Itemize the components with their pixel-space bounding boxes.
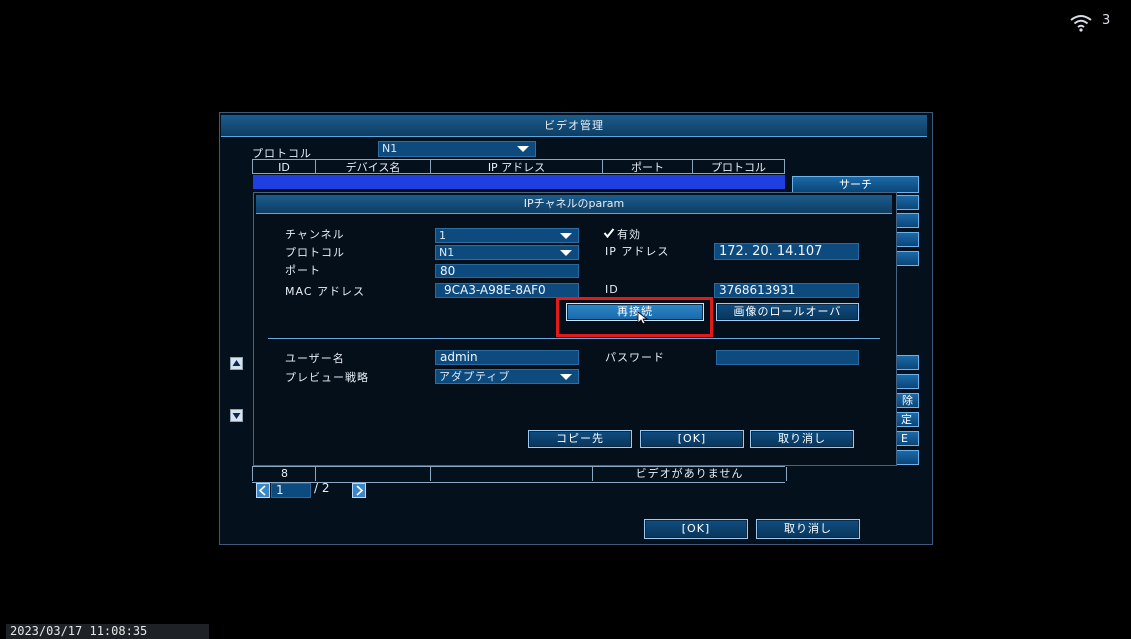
image-rollover-button[interactable]: 画像のロールオーバ	[716, 303, 859, 321]
mac-address-label: MAC アドレス	[285, 285, 365, 298]
row-device-name	[315, 467, 431, 481]
timestamp: 2023/03/17 11:08:35	[6, 624, 209, 639]
column-header-device-name[interactable]: デバイス名	[315, 159, 430, 174]
row-ip	[430, 467, 593, 481]
enabled-checkbox[interactable]	[603, 227, 615, 239]
device-table-header: ID デバイス名 IP アドレス ポート プロトコル	[252, 159, 785, 174]
username-field[interactable]: admin	[435, 350, 579, 365]
wifi-count: 3	[1102, 13, 1111, 28]
side-button-6[interactable]	[896, 374, 919, 389]
password-field[interactable]	[716, 350, 859, 365]
password-label: パスワード	[605, 351, 665, 364]
chevron-left-icon	[258, 485, 266, 496]
page-total: / 2	[314, 481, 330, 495]
port-field[interactable]: 80	[435, 264, 579, 278]
id-field[interactable]: 3768613931	[714, 283, 859, 298]
side-button-4[interactable]	[896, 251, 919, 266]
outer-ok-button[interactable]: [OK]	[644, 519, 748, 539]
chevron-right-icon	[356, 485, 364, 496]
next-page-button[interactable]	[352, 483, 366, 498]
preview-strategy-value: アダプティブ	[439, 370, 511, 383]
dialog-protocol-select[interactable]: N1	[435, 245, 579, 260]
chevron-down-icon	[560, 250, 572, 256]
protocol-label: プロトコル	[285, 246, 345, 259]
column-header-id[interactable]: ID	[252, 159, 315, 174]
port-label: ポート	[285, 264, 321, 277]
enabled-label: 有効	[617, 228, 641, 241]
side-button-10[interactable]	[896, 450, 919, 465]
table-row-selected[interactable]	[253, 175, 785, 189]
arrow-down-icon	[232, 413, 241, 419]
column-header-protocol[interactable]: プロトコル	[692, 159, 785, 174]
username-label: ユーザー名	[285, 352, 345, 365]
row-id: 8	[252, 467, 316, 481]
column-header-port[interactable]: ポート	[602, 159, 692, 174]
copy-to-button[interactable]: コピー先	[528, 430, 632, 448]
outer-cancel-button[interactable]: 取り消し	[756, 519, 860, 539]
ip-address-field[interactable]: 172. 20. 14.107	[714, 243, 859, 260]
chevron-down-icon	[560, 374, 572, 380]
row-status: ビデオがありません	[592, 467, 787, 481]
side-button-3[interactable]	[896, 232, 919, 247]
search-button[interactable]: サーチ	[792, 176, 919, 193]
divider	[268, 338, 880, 339]
preview-strategy-label: プレビュー戦略	[285, 371, 369, 384]
protocol-select[interactable]: N1	[378, 141, 536, 157]
id-label: ID	[605, 283, 619, 296]
side-button-1[interactable]	[896, 195, 919, 210]
side-button-9[interactable]: E	[896, 431, 919, 446]
video-manager-title: ビデオ管理	[221, 115, 927, 137]
dialog-ok-button[interactable]: [OK]	[640, 430, 744, 448]
column-header-ip[interactable]: IP アドレス	[430, 159, 602, 174]
channel-select[interactable]: 1	[435, 228, 579, 243]
checkmark-icon	[603, 228, 615, 239]
mac-address-field[interactable]: 9CA3-A98E-8AF0	[435, 283, 579, 298]
dialog-cancel-button[interactable]: 取り消し	[750, 430, 854, 448]
channel-label: チャンネル	[285, 228, 345, 241]
chevron-down-icon	[517, 146, 529, 152]
ip-address-label: IP アドレス	[605, 245, 670, 258]
scroll-down-button[interactable]	[230, 409, 243, 422]
chevron-down-icon	[560, 233, 572, 239]
dialog-title: IPチャネルのparam	[256, 195, 892, 214]
table-row[interactable]: 8 ビデオがありません	[252, 466, 787, 483]
preview-strategy-select[interactable]: アダプティブ	[435, 369, 579, 384]
protocol-select-value: N1	[382, 142, 398, 155]
scroll-up-button[interactable]	[230, 357, 243, 370]
page-input[interactable]: 1	[271, 483, 311, 498]
wifi-icon	[1070, 15, 1092, 32]
side-button-2[interactable]	[896, 213, 919, 228]
prev-page-button[interactable]	[256, 483, 270, 498]
dialog-protocol-value: N1	[439, 246, 455, 259]
side-button-5[interactable]	[896, 355, 919, 370]
arrow-up-icon	[232, 360, 241, 366]
side-button-7[interactable]: 除	[896, 393, 919, 408]
highlight-box	[556, 297, 713, 337]
side-button-8[interactable]: 定	[896, 412, 919, 427]
channel-select-value: 1	[439, 229, 446, 242]
